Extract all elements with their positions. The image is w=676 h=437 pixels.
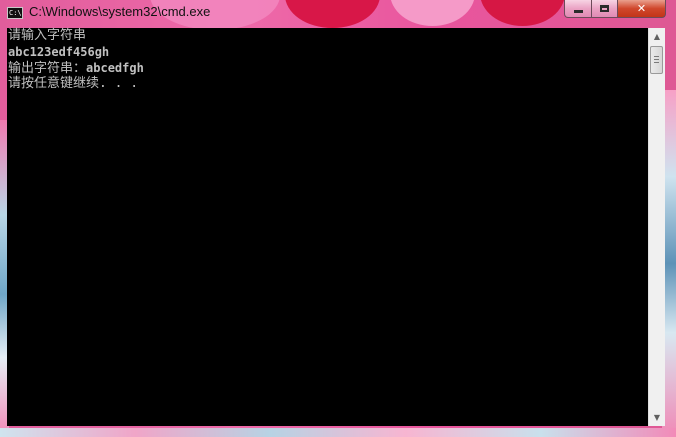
title-bar[interactable]: C:\ C:\Windows\system32\cmd.exe ✕ xyxy=(0,0,676,27)
scroll-up-button[interactable]: ▲ xyxy=(649,28,665,45)
console-line-continue: 请按任意键继续. . . xyxy=(8,76,139,91)
thumb-grip xyxy=(654,56,659,57)
maximize-icon xyxy=(600,5,609,12)
minimize-button[interactable] xyxy=(564,0,592,18)
thumb-grip xyxy=(654,59,659,60)
close-button[interactable]: ✕ xyxy=(617,0,666,18)
thumb-grip xyxy=(654,62,659,63)
arrow-up-icon: ▲ xyxy=(653,32,661,41)
output-label: 输出字符串： xyxy=(8,61,87,76)
arrow-down-icon: ▼ xyxy=(653,413,661,422)
window-title: C:\Windows\system32\cmd.exe xyxy=(29,4,211,19)
output-value: abcedfgh xyxy=(86,61,144,75)
scroll-down-button[interactable]: ▼ xyxy=(649,409,665,426)
console-line-input: abc123edf456gh xyxy=(8,45,110,59)
maximize-button[interactable] xyxy=(591,0,618,18)
console-line-prompt: 请输入字符串 xyxy=(8,28,87,43)
cmd-icon-label: C:\ xyxy=(9,9,22,17)
minimize-icon xyxy=(573,10,583,13)
close-icon: ✕ xyxy=(636,2,647,15)
scroll-thumb[interactable] xyxy=(650,46,663,74)
cmd-window: C:\ C:\Windows\system32\cmd.exe ✕ 请输入字符串… xyxy=(0,0,676,437)
window-frame-bottom xyxy=(0,428,676,437)
vertical-scrollbar[interactable]: ▲ ▼ xyxy=(648,28,665,426)
cmd-icon[interactable]: C:\ xyxy=(7,7,23,19)
console-output[interactable]: 请输入字符串 abc123edf456gh 输出字符串：abcedfgh 请按任… xyxy=(7,28,648,426)
console-line-output: 输出字符串：abcedfgh xyxy=(8,60,144,77)
